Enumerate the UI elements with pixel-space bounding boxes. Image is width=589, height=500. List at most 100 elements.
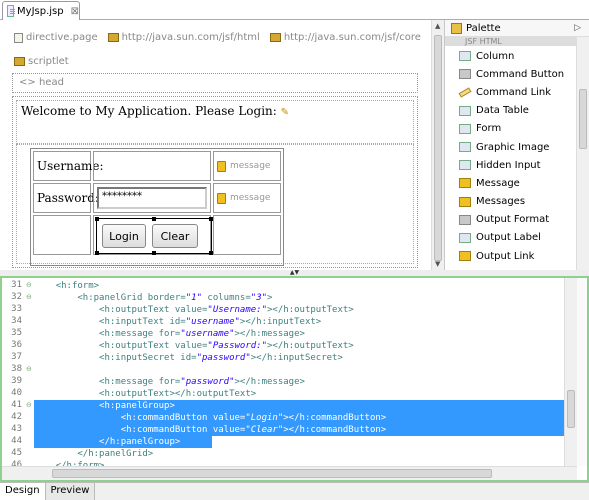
fold-icon[interactable]: ⊖ <box>26 401 34 409</box>
graphic-image-icon <box>459 142 471 153</box>
code-line[interactable]: <h:commandButton value="Login"></h:comma… <box>34 412 564 424</box>
panel-group-cell[interactable]: Login Clear <box>93 215 213 255</box>
scroll-thumb[interactable] <box>579 89 587 149</box>
body-element[interactable]: Welcome to My Application. Please Login:… <box>12 96 418 268</box>
resize-handle[interactable] <box>152 251 156 255</box>
code-line[interactable]: </h:panelGroup> <box>34 436 212 448</box>
password-input-cell[interactable]: ******** <box>93 183 211 213</box>
fold-icon[interactable]: ⊖ <box>26 365 34 373</box>
palette-item-message[interactable]: Message <box>445 174 575 192</box>
password-label-cell[interactable]: Password: <box>33 183 99 213</box>
source-editor[interactable]: 31 32 33 34 35 36 37 38 39 40 41 42 43 44 45 46 <h:form… <box>0 276 589 482</box>
palette-item-command-link[interactable]: Command Link <box>445 83 575 101</box>
code-line[interactable]: <h:commandButton value="Clear"></h:comma… <box>34 424 564 436</box>
resize-handle[interactable] <box>95 217 99 221</box>
palette-item-form[interactable]: Form <box>445 120 575 138</box>
line-number: 38 <box>11 364 22 374</box>
message-icon <box>217 160 226 172</box>
scriptlet-icon <box>14 57 25 66</box>
taglib-icon <box>269 33 281 42</box>
code-line[interactable]: <h:outputText value="Username:"></h:outp… <box>34 304 564 316</box>
code-line[interactable]: <h:panelGrid border="1" columns="3"> <box>34 292 564 304</box>
welcome-text: Welcome to My Application. Please Login: <box>21 104 277 118</box>
line-number: 40 <box>11 388 22 398</box>
collapse-icon[interactable]: ▲▼ <box>290 269 299 276</box>
login-button[interactable]: Login <box>102 224 146 248</box>
fold-icon[interactable]: ⊖ <box>26 293 34 301</box>
resize-handle[interactable] <box>95 251 99 255</box>
palette-section-header[interactable]: JSF HTML <box>445 37 589 46</box>
scroll-down-icon[interactable]: ▼ <box>435 260 440 268</box>
design-canvas[interactable]: directive.page http://java.sun.com/jsf/h… <box>0 20 444 270</box>
password-label: Password: <box>37 191 99 205</box>
palette-item-hidden-input[interactable]: Hidden Input <box>445 156 575 174</box>
scroll-thumb[interactable] <box>434 35 442 261</box>
message-icon <box>217 192 226 204</box>
source-horizontal-scrollbar[interactable] <box>2 466 577 480</box>
scroll-up-icon[interactable]: ▲ <box>435 22 440 30</box>
code-line[interactable]: <h:outputText value="Password:"></h:outp… <box>34 340 564 352</box>
code-line[interactable] <box>34 364 564 376</box>
username-message-cell[interactable]: message <box>213 151 281 181</box>
tab-preview[interactable]: Preview <box>45 483 96 500</box>
palette-title: Palette <box>466 22 501 34</box>
code-line[interactable]: <h:inputSecret id="password"></h:inputSe… <box>34 352 564 364</box>
palette-item-messages[interactable]: Messages <box>445 193 575 211</box>
panel-grid[interactable]: Username: message Password: ******** mes… <box>30 148 284 266</box>
welcome-text-block[interactable]: Welcome to My Application. Please Login:… <box>16 100 414 144</box>
source-vertical-scrollbar[interactable] <box>564 278 577 466</box>
code-line[interactable]: <h:outputText></h:outputText> <box>34 388 564 400</box>
resize-handle[interactable] <box>152 217 156 221</box>
form-icon <box>459 123 471 134</box>
line-number: 41 <box>11 400 22 410</box>
palette-item-data-table[interactable]: Data Table <box>445 102 575 120</box>
palette-item-output-format[interactable]: Output Format <box>445 211 575 229</box>
editor-tab-myjsp[interactable]: MyJsp.jsp ⊠ <box>2 1 80 20</box>
scroll-thumb[interactable] <box>52 469 492 478</box>
clear-button[interactable]: Clear <box>152 224 198 248</box>
code-area[interactable]: <h:form> <h:panelGrid border="1" columns… <box>34 278 564 471</box>
line-number-ruler: 31 32 33 34 35 36 37 38 39 40 41 42 43 44 45 46 <box>2 278 26 470</box>
line-number: 36 <box>11 340 22 350</box>
username-input-cell[interactable] <box>93 151 211 181</box>
code-line[interactable]: <h:panelGroup> <box>34 400 564 412</box>
palette-item-output-link[interactable]: Output Link <box>445 247 575 265</box>
palette-item-graphic-image[interactable]: Graphic Image <box>445 138 575 156</box>
code-line[interactable]: <h:message for="password"></h:message> <box>34 376 564 388</box>
palette-item-column[interactable]: Column <box>445 47 575 65</box>
scroll-thumb[interactable] <box>567 390 575 428</box>
code-line[interactable]: <h:message for="username"></h:message> <box>34 328 564 340</box>
directive-page[interactable]: directive.page <box>14 32 98 43</box>
scriptlet-node[interactable]: scriptlet <box>14 56 69 67</box>
line-number: 44 <box>11 436 22 446</box>
palette-scrollbar[interactable] <box>576 37 589 270</box>
palette-item-command-button[interactable]: Command Button <box>445 65 575 83</box>
empty-cell[interactable] <box>213 215 281 255</box>
close-icon[interactable]: ⊠ <box>71 6 79 17</box>
fold-icon[interactable]: ⊖ <box>26 281 34 289</box>
tag-icon: <> <box>19 77 36 88</box>
code-line[interactable]: <h:form> <box>34 280 564 292</box>
code-line[interactable]: <h:inputText id="username"></h:inputText… <box>34 316 564 328</box>
chevron-right-icon[interactable]: ▷ <box>574 23 581 33</box>
password-field[interactable]: ******** <box>97 187 207 209</box>
empty-cell[interactable] <box>33 215 91 255</box>
form-element[interactable]: Username: message Password: ******** mes… <box>16 144 414 266</box>
output-label-icon <box>459 232 471 243</box>
head-element[interactable]: <> head <box>12 73 418 93</box>
tab-design[interactable]: Design <box>0 483 46 500</box>
username-label-cell[interactable]: Username: <box>33 151 104 181</box>
line-number: 33 <box>11 304 22 314</box>
code-line[interactable]: </h:panelGrid> <box>34 448 564 460</box>
taglib-html[interactable]: http://java.sun.com/jsf/html <box>107 32 260 43</box>
design-vertical-scrollbar[interactable]: ▲ ▼ <box>431 20 444 270</box>
palette-item-output-label[interactable]: Output Label <box>445 229 575 247</box>
taglib-icon <box>107 33 119 42</box>
palette-header[interactable]: Palette ▷ <box>445 20 589 37</box>
line-number: 43 <box>11 424 22 434</box>
password-message-cell[interactable]: message <box>213 183 281 213</box>
palette-panel: Palette ▷ JSF HTML Column Command Button… <box>444 20 589 270</box>
pencil-icon: ✎ <box>280 107 290 118</box>
selected-panel-group[interactable]: Login Clear <box>95 217 213 255</box>
taglib-core[interactable]: http://java.sun.com/jsf/core <box>269 32 421 43</box>
